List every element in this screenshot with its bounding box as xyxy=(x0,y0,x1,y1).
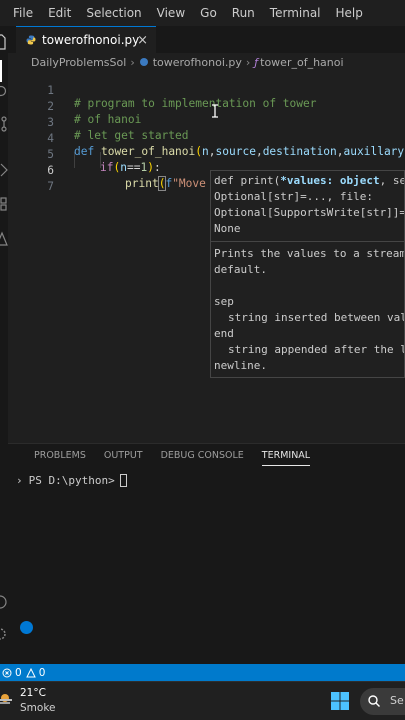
windows-start-icon[interactable] xyxy=(330,691,350,711)
doc-param-name: sep xyxy=(214,295,234,308)
extensions-icon[interactable] xyxy=(0,196,8,212)
breadcrumb-chevron-icon: › xyxy=(245,55,251,69)
signature-text: None xyxy=(214,222,241,235)
menu-go[interactable]: Go xyxy=(200,6,217,20)
doc-text: string appended after the last xyxy=(228,343,404,356)
signature-block: def print(*values: object, sep Optional[… xyxy=(211,171,404,242)
manage-gear-icon[interactable] xyxy=(0,626,8,642)
terminal-prompt: PS D:\python> xyxy=(28,474,115,487)
tab-close-icon[interactable]: × xyxy=(137,33,148,48)
code-line: 6 print(f"Move ") xyxy=(8,151,405,191)
tab-problems[interactable]: PROBLEMS xyxy=(34,450,86,466)
code-line: 4 def tower_of_hanoi(n,source,destinatio… xyxy=(8,119,405,158)
signature-text: def print( xyxy=(214,174,281,187)
testing-icon[interactable] xyxy=(0,231,8,247)
warning-icon xyxy=(25,667,36,677)
panel-tabs: PROBLEMS OUTPUT DEBUG CONSOLE TERMINAL xyxy=(34,450,328,466)
run-debug-icon[interactable] xyxy=(0,162,8,178)
windows-taskbar: 21°C Smoke Se xyxy=(0,681,405,720)
source-control-icon[interactable] xyxy=(0,116,8,132)
signature-help-popup[interactable]: def print(*values: object, sep Optional[… xyxy=(210,170,405,378)
breadcrumb-chevron-icon: › xyxy=(130,55,135,69)
taskbar-search[interactable]: Se xyxy=(360,688,405,715)
copilot-status-dot[interactable] xyxy=(20,621,33,634)
status-bar: 0 0 xyxy=(0,664,405,681)
signature-text: , sep xyxy=(379,174,404,187)
tab-terminal[interactable]: TERMINAL xyxy=(261,450,311,466)
menu-selection[interactable]: Selection xyxy=(86,6,141,20)
menu-run[interactable]: Run xyxy=(232,6,255,20)
accounts-icon[interactable] xyxy=(0,594,8,610)
tab-towerofhonoi[interactable]: towerofhonoi.py × xyxy=(16,26,156,53)
doc-text: string inserted between values xyxy=(228,311,405,324)
search-label: Se xyxy=(390,694,404,707)
code-line: 1 # program to implementation of tower xyxy=(8,71,405,110)
menu-view[interactable]: View xyxy=(157,6,185,20)
python-file-icon xyxy=(26,35,36,45)
files-icon[interactable] xyxy=(0,34,8,50)
mouse-ibeam-cursor-icon xyxy=(212,104,218,118)
tab-debug-console[interactable]: DEBUG CONSOLE xyxy=(161,450,244,466)
weather-smoke-icon xyxy=(0,694,12,704)
doc-param-name: end xyxy=(214,327,234,340)
breadcrumb-symbol[interactable]: tower_of_hanoi xyxy=(260,56,343,69)
editor-tab-bar: towerofhonoi.py × xyxy=(8,26,405,53)
breadcrumb-folder[interactable]: DailyProblemsSol xyxy=(31,56,126,69)
signature-text: Optional[str]=..., file: xyxy=(214,190,373,203)
menu-edit[interactable]: Edit xyxy=(48,6,71,20)
doc-text: Prints the values to a stream, or xyxy=(214,247,404,260)
error-icon xyxy=(2,668,12,677)
search-icon[interactable] xyxy=(0,84,8,100)
problems-status[interactable]: 0 0 xyxy=(2,667,49,679)
breadcrumb: DailyProblemsSol › towerofhonoi.py › ƒ t… xyxy=(8,53,405,71)
doc-text: default. xyxy=(214,263,267,276)
line-number: 7 xyxy=(47,180,54,193)
tab-label: towerofhonoi.py xyxy=(42,33,140,47)
weather-description[interactable]: Smoke xyxy=(20,702,55,714)
code-line: 5 if(n==1): xyxy=(8,135,405,174)
function-symbol-icon: ƒ xyxy=(254,55,259,69)
active-indicator xyxy=(0,60,2,82)
breadcrumb-file[interactable]: towerofhonoi.py xyxy=(153,56,242,69)
menu-help[interactable]: Help xyxy=(336,6,363,20)
terminal-cursor xyxy=(119,474,127,487)
search-icon xyxy=(368,695,380,707)
python-file-icon xyxy=(139,58,148,66)
weather-temperature[interactable]: 21°C xyxy=(20,687,46,699)
bottom-panel: PROBLEMS OUTPUT DEBUG CONSOLE TERMINAL ›… xyxy=(8,443,405,664)
doc-param-name: file xyxy=(214,374,401,377)
active-parameter: *values: object xyxy=(280,174,380,187)
warning-count: 0 xyxy=(38,666,46,679)
code-line: 2 # of hanoi xyxy=(8,87,405,126)
menu-terminal[interactable]: Terminal xyxy=(270,6,321,20)
documentation-block: Prints the values to a stream, or defaul… xyxy=(211,242,405,377)
activity-bar xyxy=(0,26,8,664)
tab-output[interactable]: OUTPUT xyxy=(104,450,143,466)
doc-text: newline. xyxy=(214,359,267,372)
menu-file[interactable]: File xyxy=(13,6,33,20)
error-count: 0 xyxy=(15,666,22,679)
chevron-right-icon: › xyxy=(16,474,23,487)
menu-bar: File Edit Selection View Go Run Terminal… xyxy=(0,0,405,26)
code-line: 3 # let get started xyxy=(8,103,405,142)
signature-text: Optional[SupportsWrite[str]]=... xyxy=(214,206,405,219)
terminal-prompt-line[interactable]: › PS D:\python> xyxy=(16,474,127,487)
